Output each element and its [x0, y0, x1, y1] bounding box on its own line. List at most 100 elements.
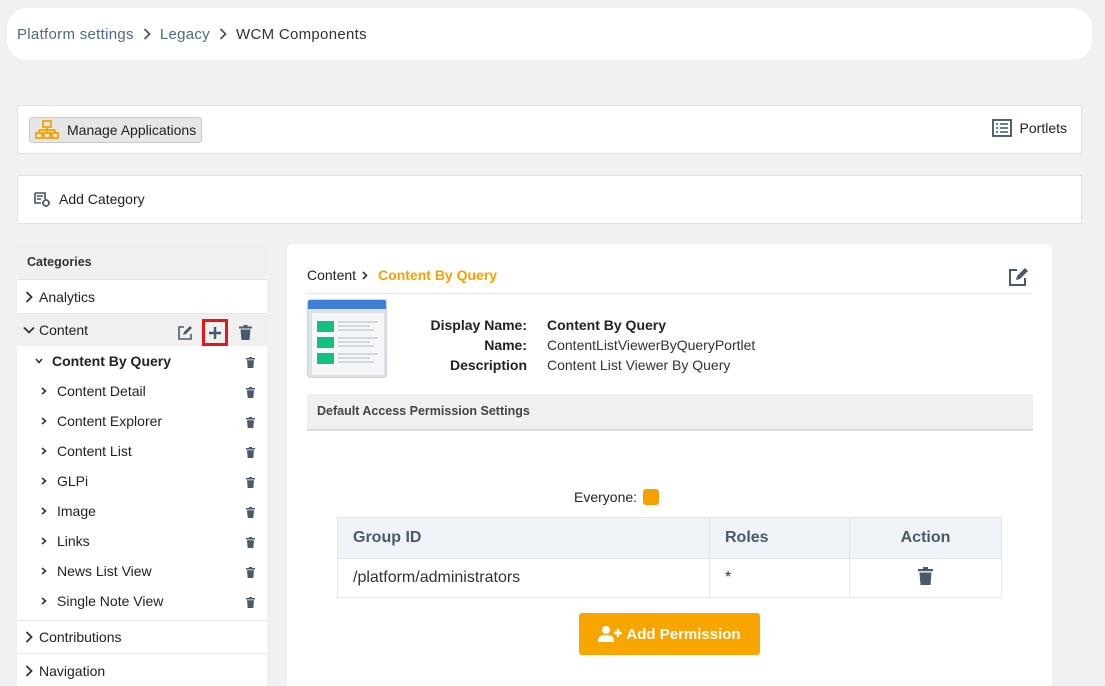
display-name-label: Display Name:: [430, 317, 527, 333]
category-label: Contributions: [39, 629, 122, 645]
column-header: Group ID: [337, 517, 710, 559]
trash-icon[interactable]: [246, 595, 255, 611]
breadcrumb-platform-settings[interactable]: Platform settings: [17, 26, 134, 43]
permission-settings-heading: Default Access Permission Settings: [307, 394, 1033, 431]
trash-icon[interactable]: [246, 415, 255, 431]
portlet-detail-panel: Content Content By Query Display Name: C…: [287, 244, 1052, 686]
breadcrumb: Platform settings Legacy WCM Components: [7, 8, 1092, 60]
portlet-item[interactable]: Content List: [17, 436, 267, 466]
trash-icon[interactable]: [246, 445, 255, 461]
category-actions: [173, 319, 257, 346]
portlet-breadcrumb-parent[interactable]: Content: [307, 267, 356, 283]
plus-icon: [209, 326, 221, 339]
manage-applications-button[interactable]: Manage Applications: [29, 117, 203, 143]
edit-portlet-button[interactable]: [1008, 267, 1030, 290]
portlet-item[interactable]: GLPi: [17, 466, 267, 496]
add-permission-label: Add Permission: [626, 625, 741, 643]
add-category-button[interactable]: Add Category: [33, 190, 145, 208]
portlets-label: Portlets: [1019, 120, 1067, 136]
chevron-right-icon: [219, 28, 227, 40]
trash-icon[interactable]: [246, 475, 255, 491]
portlet-label: Content List: [57, 443, 132, 459]
portlet-label: GLPi: [57, 473, 89, 489]
table-row: /platform/administrators *: [337, 558, 1002, 598]
portlet-label: Content Detail: [57, 383, 146, 399]
categories-heading: Categories: [17, 244, 267, 280]
trash-icon[interactable]: [246, 505, 255, 521]
category-label: Analytics: [39, 288, 96, 305]
portlet-item[interactable]: News List View: [17, 556, 267, 586]
trash-icon: [238, 325, 252, 340]
column-header: Roles: [709, 517, 850, 559]
category-label: Content: [39, 322, 89, 338]
everyone-label: Everyone:: [574, 489, 638, 505]
permission-table: Group ID Roles Action /platform/administ…: [337, 517, 1002, 598]
portlets-button[interactable]: Portlets: [991, 119, 1067, 137]
name-value: ContentListViewerByQueryPortlet: [547, 337, 756, 353]
column-header: Action: [849, 517, 1002, 559]
trash-icon: [918, 566, 933, 585]
chevron-right-icon: [23, 290, 35, 303]
portlet-item[interactable]: Image: [17, 496, 267, 526]
add-portlet-button[interactable]: [202, 319, 228, 346]
chevron-right-icon: [39, 387, 49, 395]
action-cell: [849, 558, 1002, 598]
portlet-item[interactable]: Content By Query: [17, 346, 267, 376]
display-name-value: Content By Query: [547, 317, 667, 333]
chevron-down-icon: [34, 358, 44, 364]
breadcrumb-current: WCM Components: [235, 25, 367, 43]
edit-icon: [1009, 268, 1028, 286]
description-label: Description: [449, 357, 527, 373]
category-analytics[interactable]: Analytics: [17, 280, 267, 314]
name-label: Name:: [484, 337, 527, 353]
portlet-label: Image: [57, 503, 96, 519]
divider: [307, 293, 1032, 294]
chevron-right-icon: [39, 537, 49, 545]
category-label: Navigation: [39, 662, 106, 679]
chevron-right-icon: [23, 664, 35, 677]
portlet-item[interactable]: Single Note View: [17, 586, 267, 616]
everyone-option: Everyone:: [574, 489, 660, 505]
portlet-item[interactable]: Links: [17, 526, 267, 556]
chevron-right-icon: [39, 507, 49, 515]
chevron-right-icon: [23, 631, 35, 643]
roles-cell: *: [709, 558, 850, 598]
trash-icon[interactable]: [246, 535, 255, 551]
delete-permission-button[interactable]: [918, 566, 933, 585]
chevron-right-icon: [39, 477, 49, 485]
portlet-item[interactable]: Content Detail: [17, 376, 267, 406]
trash-icon[interactable]: [246, 565, 255, 581]
sitemap-icon: [35, 120, 59, 139]
description-value: Content List Viewer By Query: [547, 357, 731, 373]
manage-applications-label: Manage Applications: [67, 122, 197, 138]
portlet-item[interactable]: Content Explorer: [17, 406, 267, 436]
trash-icon[interactable]: [246, 355, 255, 371]
category-contributions[interactable]: Contributions: [17, 620, 267, 654]
portlet-details: Display Name: Content By Query Name: Con…: [397, 315, 756, 375]
chevron-right-icon: [39, 567, 49, 575]
portlet-breadcrumb: Content Content By Query: [307, 267, 497, 283]
delete-category-button[interactable]: [233, 321, 257, 345]
add-category-label: Add Category: [59, 191, 145, 207]
portlet-label: Content Explorer: [57, 413, 163, 429]
category-navigation[interactable]: Navigation: [17, 654, 267, 686]
chevron-right-icon: [39, 597, 49, 605]
portlet-label: Single Note View: [57, 593, 164, 609]
category-toolbar: Add Category: [17, 175, 1082, 224]
trash-icon[interactable]: [246, 385, 255, 401]
portlet-label: News List View: [57, 563, 152, 579]
chevron-right-icon: [39, 417, 49, 425]
everyone-checkbox[interactable]: [643, 489, 660, 505]
edit-category-button[interactable]: [173, 321, 197, 345]
chevron-right-icon: [39, 447, 49, 455]
add-permission-button[interactable]: Add Permission: [579, 613, 760, 655]
breadcrumb-legacy[interactable]: Legacy: [160, 26, 210, 43]
edit-icon: [178, 325, 192, 340]
add-category-icon: [34, 192, 50, 207]
group-id-cell: /platform/administrators: [337, 558, 710, 598]
portlet-list: Content By Query Content Detail Content …: [17, 346, 267, 620]
chevron-down-icon: [23, 326, 35, 334]
portlet-breadcrumb-current: Content By Query: [378, 267, 498, 283]
add-user-icon: [598, 626, 623, 642]
category-content[interactable]: Content: [17, 314, 267, 346]
